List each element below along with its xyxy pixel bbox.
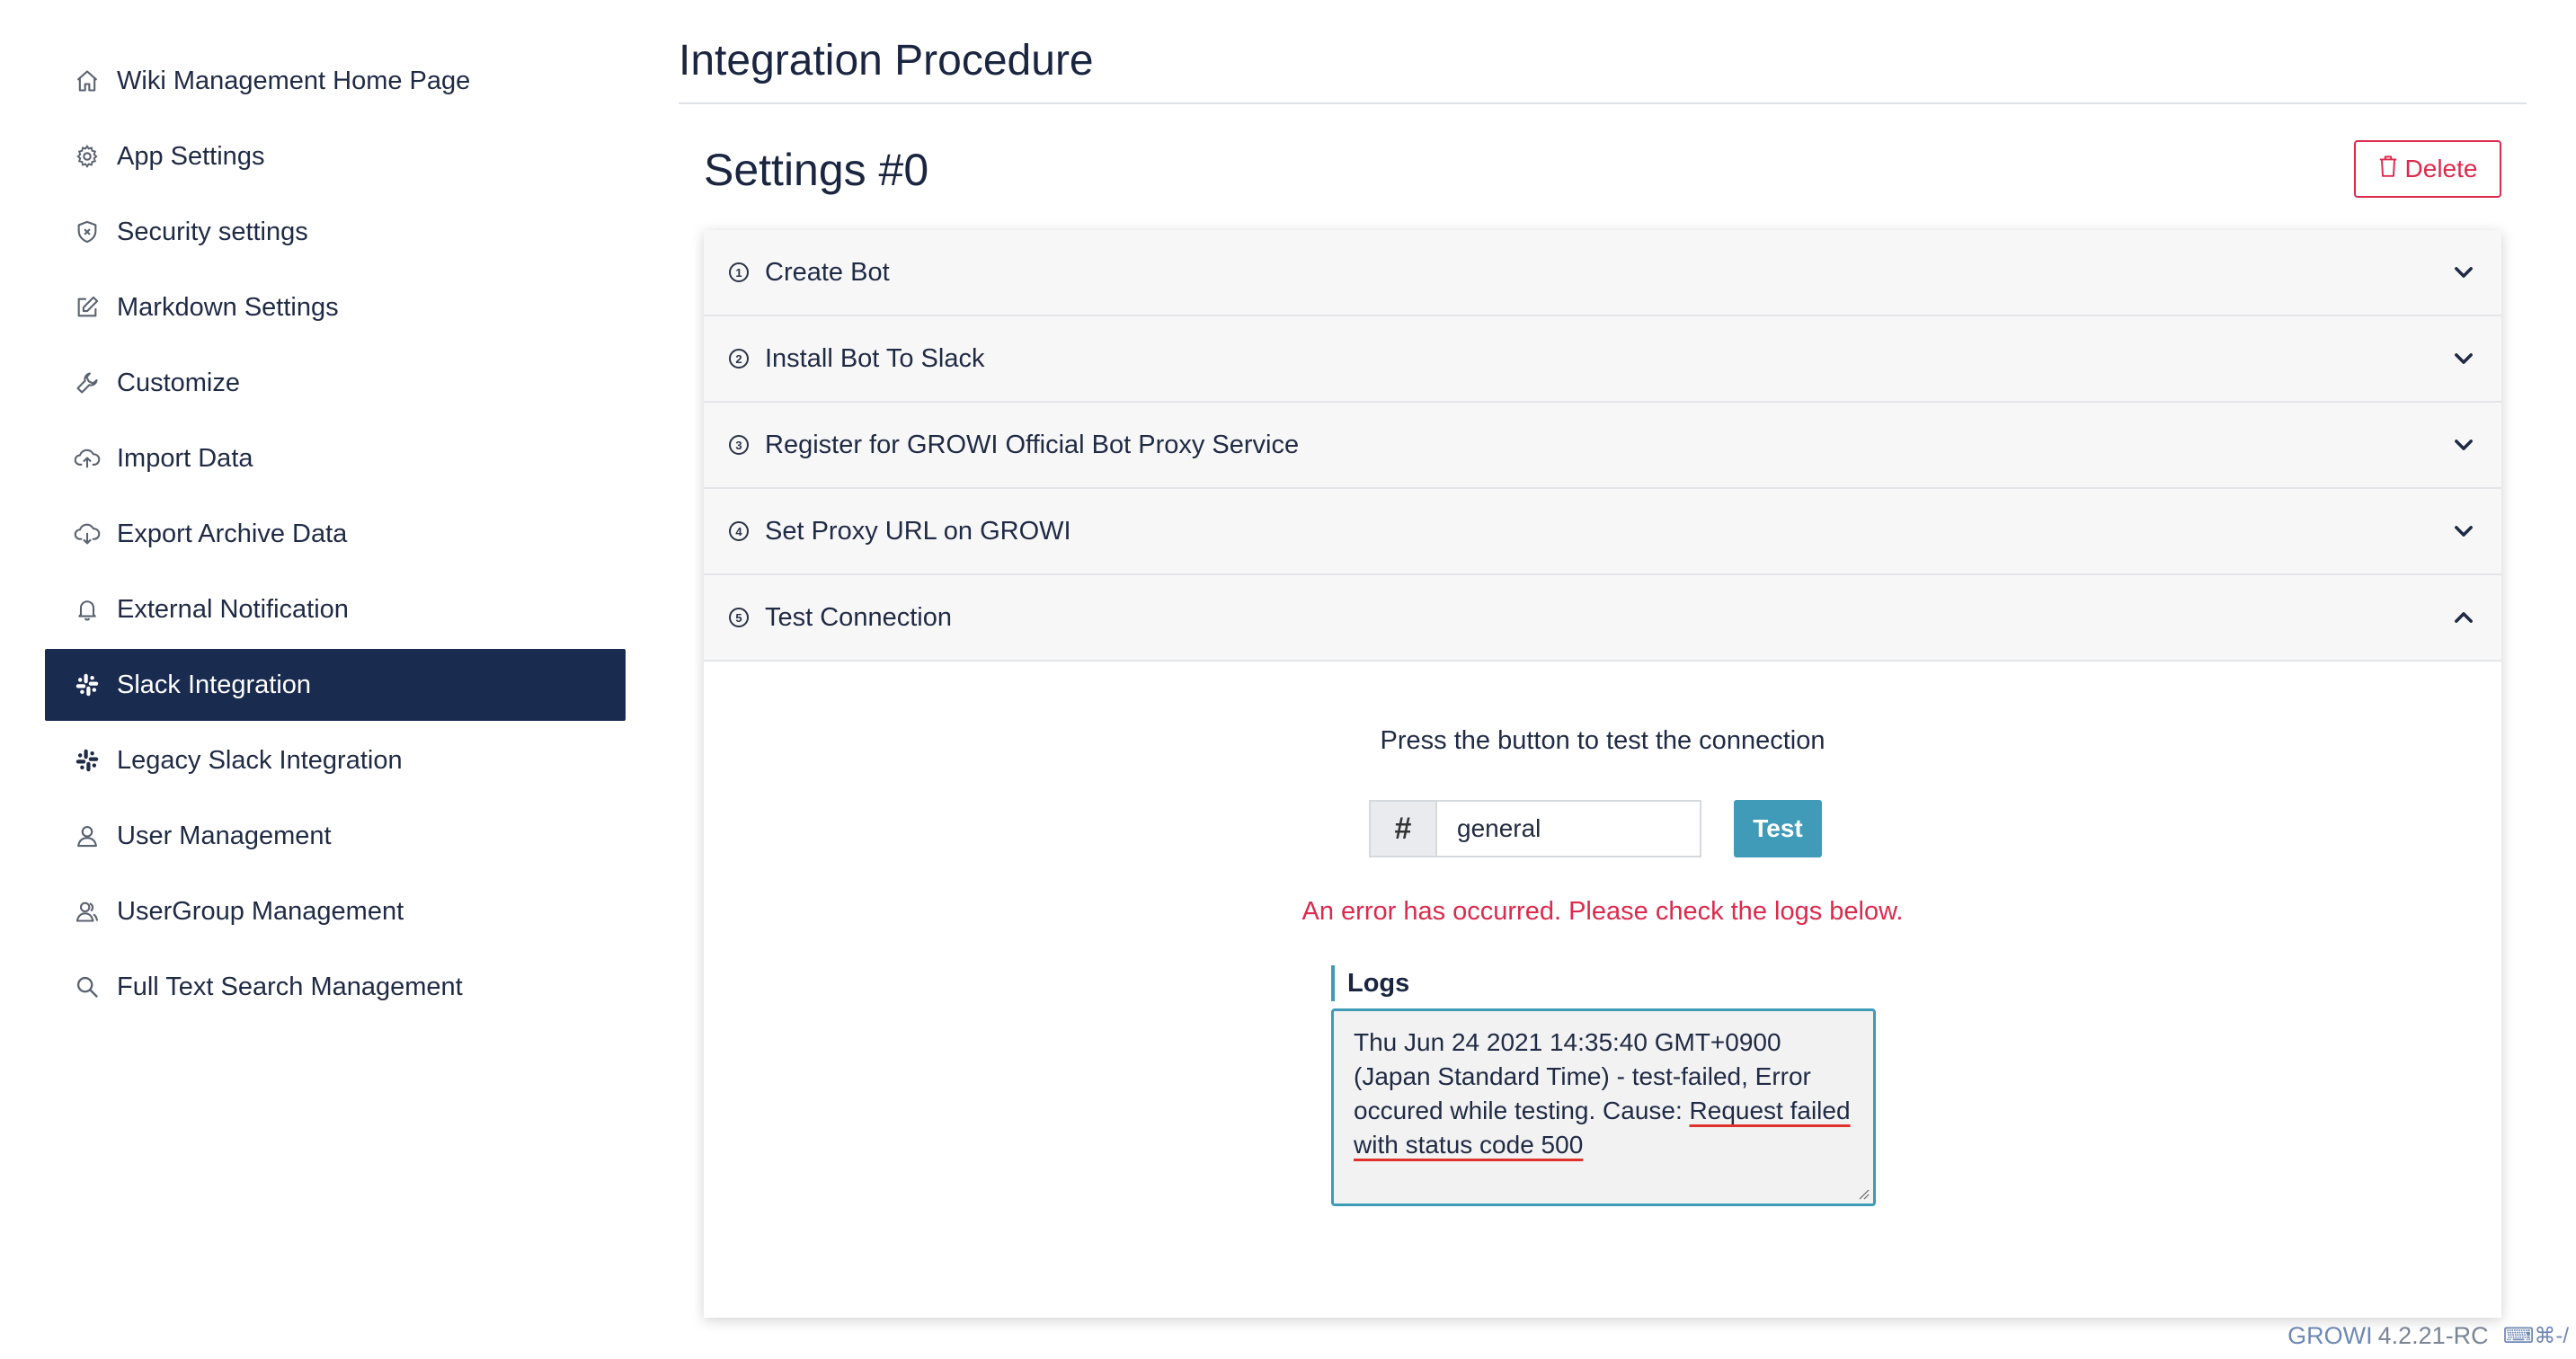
hash-icon: # xyxy=(1369,800,1435,857)
wrench-icon xyxy=(74,369,101,396)
app-version: 4.2.21-RC xyxy=(2377,1322,2489,1349)
chevron-up-icon xyxy=(2455,612,2473,623)
step-number-icon: 1 xyxy=(729,262,749,282)
step-label: Set Proxy URL on GROWI xyxy=(765,516,1071,546)
step-set-proxy-url[interactable]: 4 Set Proxy URL on GROWI xyxy=(704,489,2501,575)
keyboard-shortcut-icon[interactable]: ⌨⌘-/ xyxy=(2503,1323,2569,1349)
sidebar-item-app-settings[interactable]: App Settings xyxy=(45,120,626,192)
slack-icon xyxy=(74,671,101,698)
error-message: An error has occurred. Please check the … xyxy=(1301,897,1904,926)
step-register-proxy[interactable]: 3 Register for GROWI Official Bot Proxy … xyxy=(704,403,2501,489)
sidebar-item-legacy-slack[interactable]: Legacy Slack Integration xyxy=(45,724,626,796)
sidebar-item-label: Customize xyxy=(117,368,240,397)
step-install-bot[interactable]: 2 Install Bot To Slack xyxy=(704,316,2501,403)
cloud-upload-icon xyxy=(74,445,101,472)
main-content: Integration Procedure Settings #0 Delete… xyxy=(679,36,2527,1318)
step-label: Install Bot To Slack xyxy=(765,343,985,373)
step-number-icon: 4 xyxy=(729,521,749,541)
sidebar-item-customize[interactable]: Customize xyxy=(45,347,626,419)
edit-icon xyxy=(74,294,101,321)
admin-sidebar: Wiki Management Home Page App Settings S… xyxy=(45,45,626,1026)
sidebar-item-label: App Settings xyxy=(117,141,265,171)
test-button[interactable]: Test xyxy=(1734,800,1822,857)
admin-page: Wiki Management Home Page App Settings S… xyxy=(0,0,2576,1359)
sidebar-item-label: Wiki Management Home Page xyxy=(117,66,471,95)
bell-icon xyxy=(74,596,101,623)
shield-icon xyxy=(74,218,101,245)
settings-header: Settings #0 Delete xyxy=(679,104,2527,230)
sidebar-item-label: Import Data xyxy=(117,443,253,473)
sidebar-item-label: Security settings xyxy=(117,217,308,246)
step-create-bot[interactable]: 1 Create Bot xyxy=(704,230,2501,316)
sidebar-item-home[interactable]: Wiki Management Home Page xyxy=(45,45,626,117)
trash-icon xyxy=(2378,155,2398,184)
logs-label: Logs xyxy=(1331,965,1409,1001)
sidebar-item-label: User Management xyxy=(117,821,332,850)
step-label: Register for GROWI Official Bot Proxy Se… xyxy=(765,430,1300,459)
sidebar-item-label: Markdown Settings xyxy=(117,292,339,322)
integration-steps-card: 1 Create Bot 2 Install Bot To Slack 3 Re… xyxy=(704,230,2501,1318)
chevron-down-icon xyxy=(2455,526,2473,537)
home-icon xyxy=(74,67,101,94)
step-number-icon: 2 xyxy=(729,349,749,369)
settings-title: Settings #0 xyxy=(704,145,929,195)
sidebar-item-search-management[interactable]: Full Text Search Management xyxy=(45,951,626,1023)
chevron-down-icon xyxy=(2455,440,2473,450)
app-name[interactable]: GROWI xyxy=(2287,1322,2373,1350)
delete-button[interactable]: Delete xyxy=(2354,140,2501,198)
chevron-down-icon xyxy=(2455,267,2473,278)
sidebar-item-markdown[interactable]: Markdown Settings xyxy=(45,271,626,343)
gear-icon xyxy=(74,143,101,170)
user-icon xyxy=(74,822,101,849)
sidebar-item-label: Full Text Search Management xyxy=(117,972,463,1001)
chevron-down-icon xyxy=(2455,353,2473,364)
resize-handle-icon[interactable] xyxy=(1857,1187,1870,1200)
step-number-icon: 5 xyxy=(729,608,749,627)
sidebar-item-label: Legacy Slack Integration xyxy=(117,745,403,775)
channel-input-group: # xyxy=(1369,800,1701,857)
step-test-connection[interactable]: 5 Test Connection xyxy=(704,575,2501,662)
channel-input[interactable] xyxy=(1435,800,1701,857)
sidebar-item-import[interactable]: Import Data xyxy=(45,422,626,494)
page-title: Integration Procedure xyxy=(679,36,2527,104)
sidebar-item-slack-integration[interactable]: Slack Integration xyxy=(45,649,626,721)
test-connection-panel: Press the button to test the connection … xyxy=(704,662,2501,1314)
footer: GROWI 4.2.21-RC ⌨⌘-/ xyxy=(2287,1322,2569,1350)
slack-icon xyxy=(74,747,101,774)
sidebar-item-label: Slack Integration xyxy=(117,670,312,699)
sidebar-item-user-management[interactable]: User Management xyxy=(45,800,626,872)
sidebar-item-label: UserGroup Management xyxy=(117,896,404,926)
step-number-icon: 3 xyxy=(729,435,749,455)
sidebar-item-export[interactable]: Export Archive Data xyxy=(45,498,626,570)
sidebar-item-label: External Notification xyxy=(117,594,349,624)
sidebar-item-security[interactable]: Security settings xyxy=(45,196,626,268)
logs-textarea[interactable]: Thu Jun 24 2021 14:35:40 GMT+0900 (Japan… xyxy=(1331,1008,1876,1206)
sidebar-item-notification[interactable]: External Notification xyxy=(45,573,626,645)
search-icon xyxy=(74,973,101,1000)
step-label: Test Connection xyxy=(765,602,952,632)
test-instruction: Press the button to test the connection xyxy=(1380,726,1825,755)
step-label: Create Bot xyxy=(765,257,890,287)
cloud-download-icon xyxy=(74,520,101,547)
sidebar-item-label: Export Archive Data xyxy=(117,519,348,548)
delete-label: Delete xyxy=(2404,155,2478,182)
users-icon xyxy=(74,898,101,925)
sidebar-item-usergroup-management[interactable]: UserGroup Management xyxy=(45,875,626,947)
